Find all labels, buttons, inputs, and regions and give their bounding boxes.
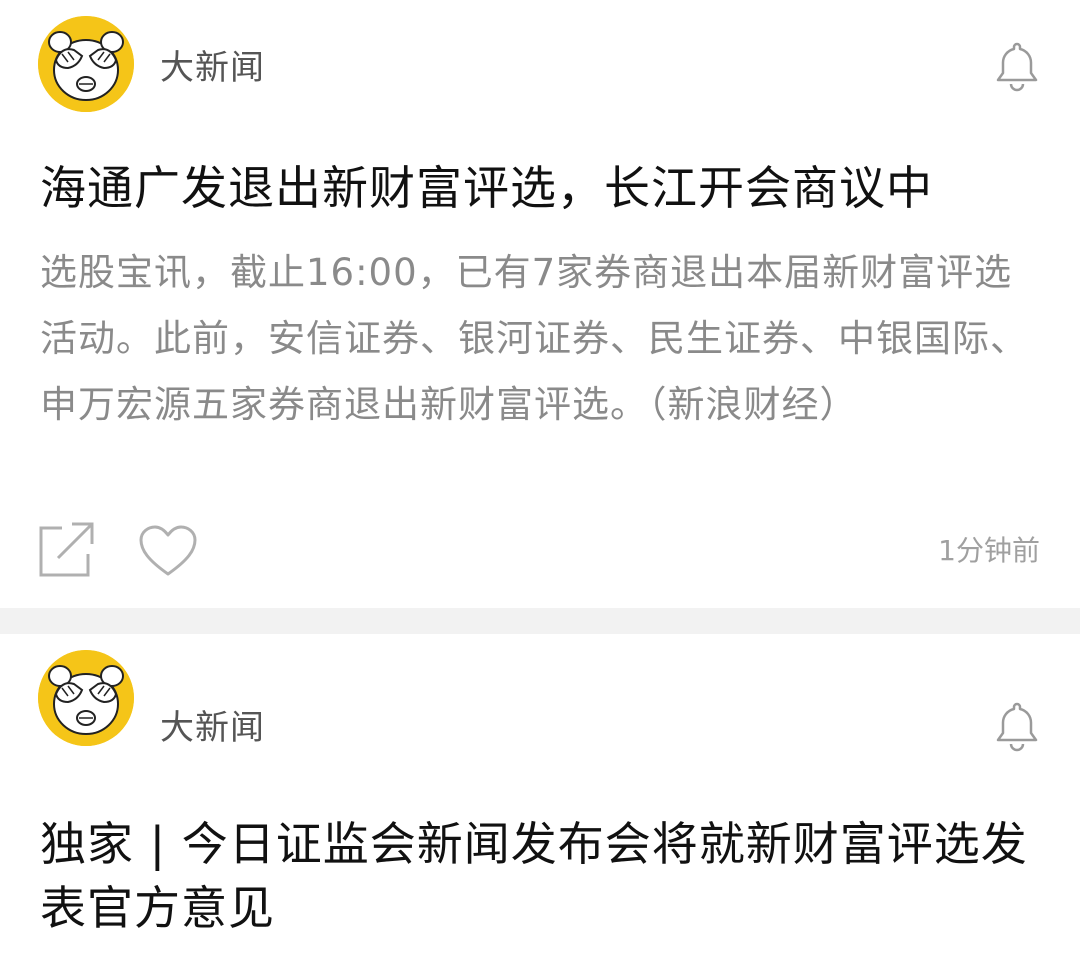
news-summary[interactable]: 选股宝讯，截止16:00，已有7家券商退出本届新财富评选活动。此前，安信证券、银… [40,240,1040,438]
source-name[interactable]: 大新闻 [160,708,265,748]
cover-eyes-face-icon [38,650,134,746]
source-name[interactable]: 大新闻 [160,48,265,88]
news-headline[interactable]: 独家 | 今日证监会新闻发布会将就新财富评选发表官方意见 [40,812,1040,940]
timestamp: 1分钟前 [938,534,1040,567]
cover-eyes-face-icon [38,16,134,112]
share-icon[interactable] [38,520,94,578]
card-separator [0,608,1080,634]
news-headline[interactable]: 海通广发退出新财富评选，长江开会商议中 [40,156,1040,220]
source-avatar[interactable] [38,16,134,112]
heart-icon[interactable] [138,524,198,578]
card-actions: 1分钟前 [38,520,1042,580]
bell-icon[interactable] [992,40,1042,92]
source-avatar[interactable] [38,650,134,746]
bell-icon[interactable] [992,700,1042,752]
news-card[interactable]: 大新闻 海通广发退出新财富评选，长江开会商议中 选股宝讯，截止16:00，已有7… [0,0,1080,608]
